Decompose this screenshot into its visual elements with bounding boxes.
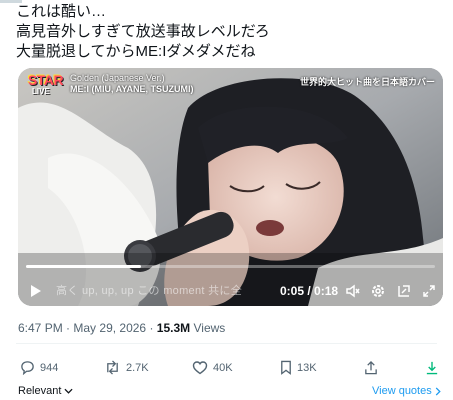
sort-dropdown[interactable]: Relevant	[18, 385, 74, 397]
view-quotes-label: View quotes	[372, 385, 432, 397]
pip-button[interactable]	[394, 281, 414, 301]
tweet-date[interactable]: May 29, 2026	[73, 321, 146, 335]
gear-icon	[372, 285, 384, 297]
play-icon	[31, 285, 41, 297]
mute-button[interactable]	[343, 281, 363, 301]
reply-count: 944	[40, 361, 59, 374]
tweet-time[interactable]: 6:47 PM	[18, 321, 63, 335]
video-subtitle: 高く up, up, up この moment 共に全	[56, 285, 242, 297]
picture-in-picture-icon	[398, 285, 410, 297]
song-artist: ME:I (MIU, AYANE, TSUZUMI)	[70, 84, 194, 94]
logo-star-text: STAR	[28, 72, 64, 88]
settings-button[interactable]	[368, 281, 388, 301]
progress-fill	[26, 265, 141, 268]
bookmark-count: 13K	[297, 361, 317, 374]
download-button[interactable]	[425, 360, 439, 375]
repost-icon	[107, 360, 118, 375]
progress-bar[interactable]	[26, 265, 435, 268]
bookmark-icon	[281, 360, 291, 375]
chevron-down-icon	[64, 388, 74, 394]
song-info: Golden (Japanese Ver.) ME:I (MIU, AYANE,…	[70, 73, 194, 95]
view-quotes-link[interactable]: View quotes	[372, 385, 441, 397]
chevron-right-icon	[435, 387, 441, 396]
tweet-line-2: 高見音外しすぎて放送事故レベルだろ	[16, 23, 270, 40]
like-count: 40K	[213, 361, 233, 374]
repost-count: 2.7K	[126, 361, 149, 374]
star-live-logo: STAR LIVE	[28, 73, 74, 101]
tweet-line-1: これは酷い…	[16, 3, 107, 20]
speaker-icon	[346, 284, 360, 298]
download-icon	[426, 361, 438, 375]
meta-separator: ·	[66, 321, 71, 335]
share-button[interactable]	[364, 360, 378, 375]
like-button[interactable]: 40K	[192, 360, 233, 375]
heart-icon	[192, 361, 208, 375]
meta-separator: ·	[149, 321, 154, 335]
video-time: 0:05 / 0:18	[280, 284, 339, 298]
bookmark-button[interactable]: 13K	[280, 360, 317, 375]
share-icon	[365, 360, 377, 375]
video-player[interactable]: STAR LIVE Golden (Japanese Ver.) ME:I (M…	[18, 68, 443, 306]
reply-icon	[21, 361, 34, 375]
play-button[interactable]	[26, 281, 46, 301]
fullscreen-icon	[423, 285, 435, 297]
video-caption: 世界的大ヒット曲を日本語カバー	[299, 77, 435, 87]
fullscreen-button[interactable]	[419, 281, 439, 301]
tweet-meta: 6:47 PM · May 29, 2026 · 15.3M Views	[18, 321, 225, 335]
divider	[16, 343, 437, 344]
song-title: Golden (Japanese Ver.)	[70, 73, 165, 83]
reply-button[interactable]: 944	[20, 360, 58, 375]
views-label: Views	[193, 321, 226, 335]
video-frame	[18, 68, 443, 306]
view-count: 15.3M	[156, 321, 191, 335]
tweet-line-3: 大量脱退してからME:Iダメダメだね	[16, 43, 256, 60]
sort-label: Relevant	[18, 385, 62, 397]
logo-live-text: LIVE	[32, 87, 50, 96]
tweet-text: これは酷い… 高見音外しすぎて放送事故レベルだろ 大量脱退してからME:Iダメダ…	[16, 2, 436, 62]
repost-button[interactable]: 2.7K	[104, 360, 149, 375]
